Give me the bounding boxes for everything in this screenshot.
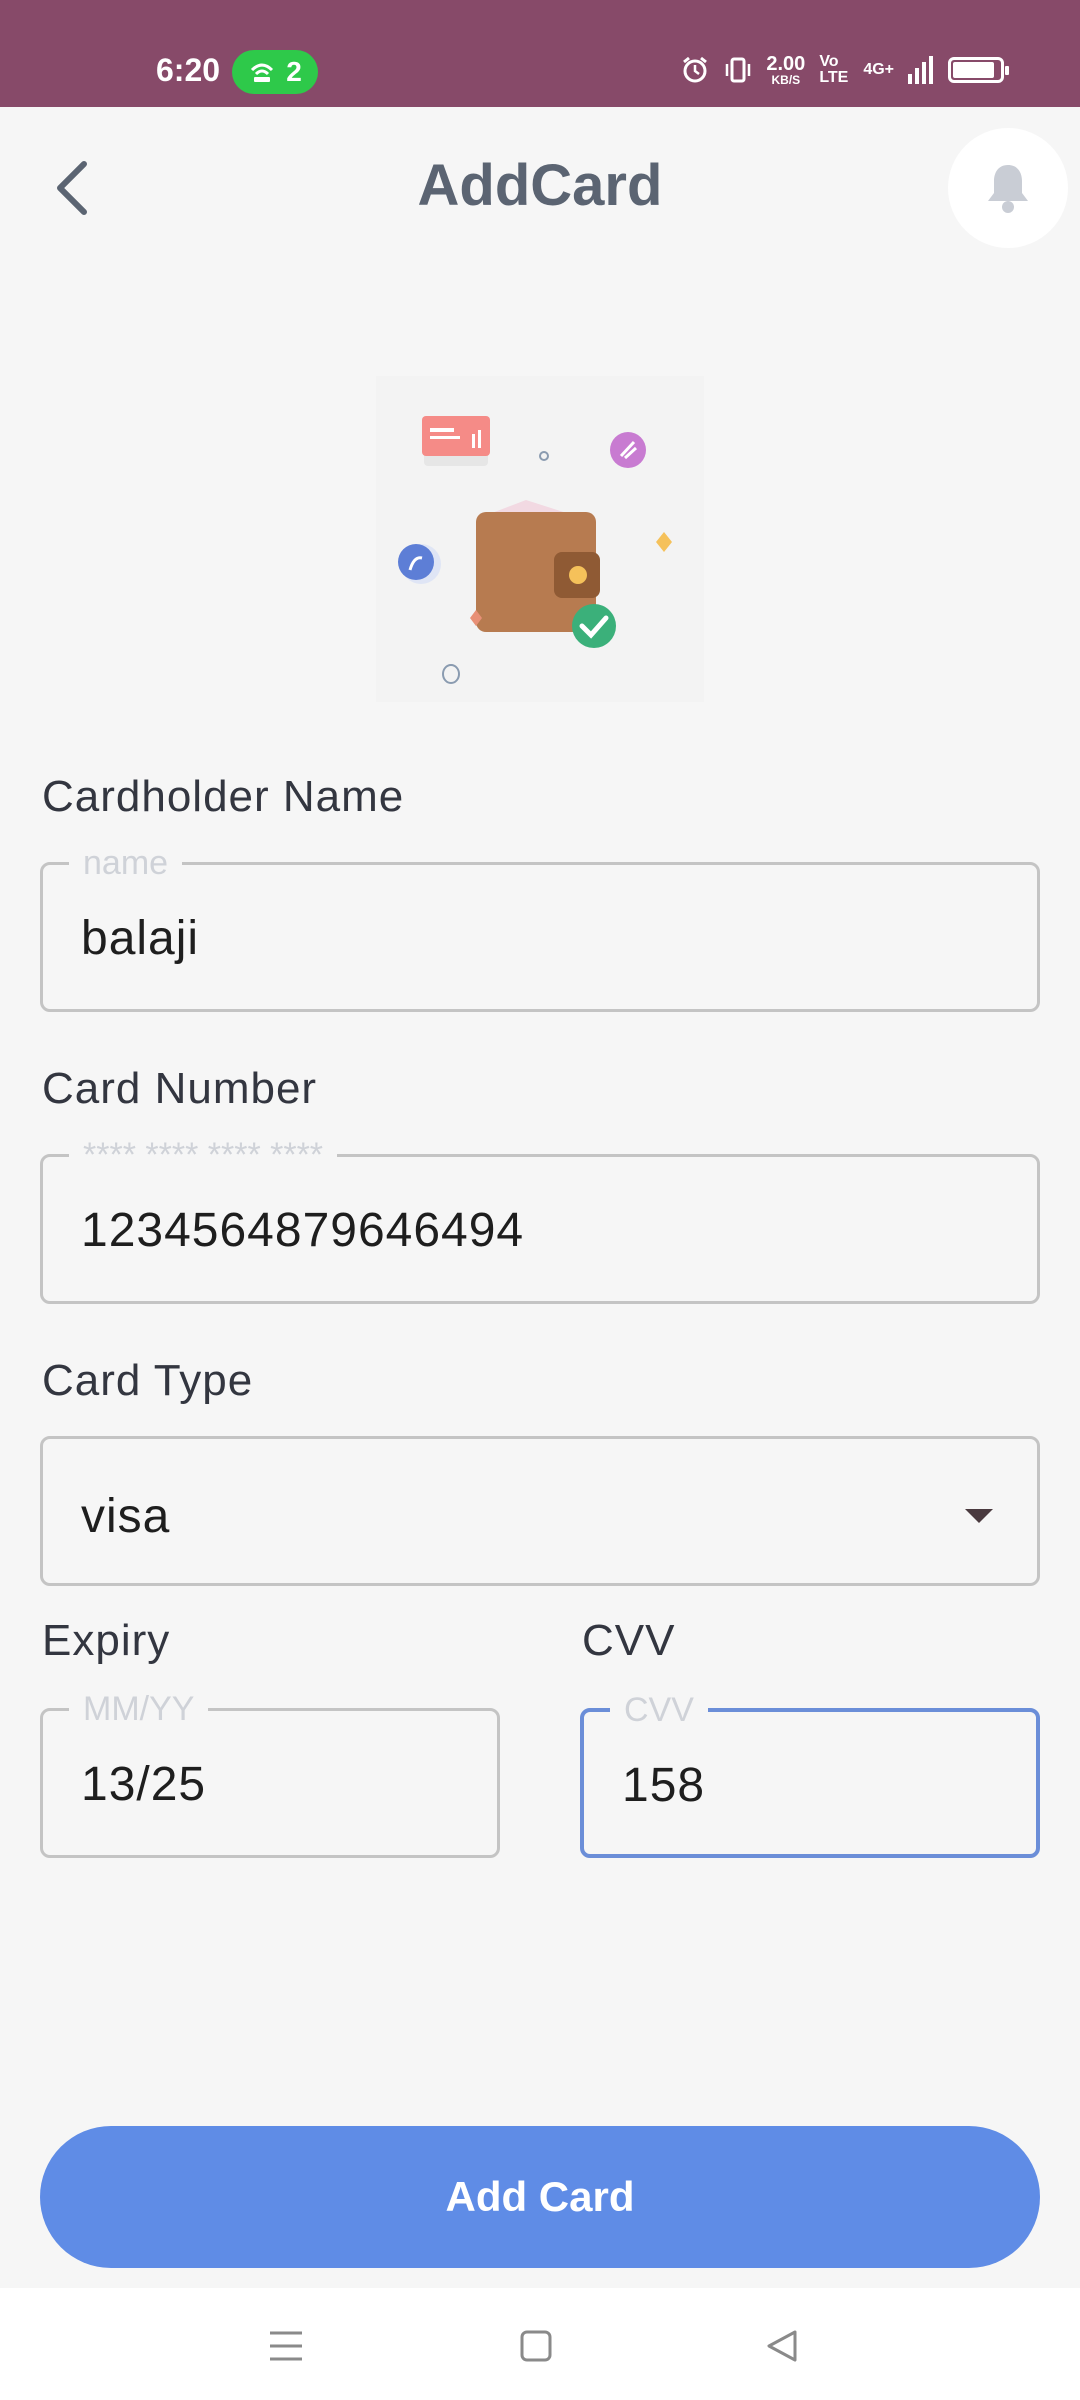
alarm-icon: [683, 56, 708, 83]
back-triangle-icon: [767, 2330, 797, 2362]
cvv-label: CVV: [582, 1616, 676, 1665]
cardholder-field[interactable]: name balaji: [40, 845, 1040, 1012]
card-number-input[interactable]: 1234564879646494: [81, 1203, 524, 1258]
nav-menu-button[interactable]: [256, 2316, 316, 2376]
cardholder-placeholder: name: [69, 845, 183, 881]
system-nav-bar: [0, 2288, 1080, 2400]
nav-home-button[interactable]: [506, 2316, 566, 2376]
nav-back-button[interactable]: [752, 2316, 812, 2376]
network-speed-unit: KB/S: [771, 73, 801, 87]
network-type: 4G+: [863, 61, 894, 78]
hotspot-badge: 2: [232, 50, 318, 94]
hotspot-icon: [251, 63, 274, 82]
card-number-label: Card Number: [42, 1064, 318, 1113]
cvv-placeholder: CVV: [610, 1692, 708, 1728]
dropdown-arrow-icon: [965, 1509, 993, 1523]
expiry-input[interactable]: 13/25: [81, 1757, 206, 1812]
status-bar: 6:20 2 2.00 KB/S Vo LTE 4G+: [0, 0, 1080, 107]
add-card-button[interactable]: Add Card: [40, 2126, 1040, 2268]
card-number-field[interactable]: **** **** **** **** 1234564879646494: [40, 1137, 1040, 1304]
expiry-label: Expiry: [42, 1616, 171, 1665]
network-speed-value: 2.00: [766, 53, 806, 75]
wallet-illustration: [376, 376, 704, 702]
card-type-select[interactable]: visa: [40, 1436, 1040, 1586]
cardholder-label: Cardholder Name: [42, 772, 405, 821]
volte-indicator: Vo LTE: [819, 53, 849, 86]
status-icons: 2.00 KB/S Vo LTE 4G+: [680, 53, 1009, 86]
page-title: AddCard: [417, 153, 663, 218]
menu-icon: [270, 2331, 302, 2361]
cardholder-input[interactable]: balaji: [81, 911, 199, 966]
bell-icon: [988, 165, 1028, 213]
home-square-icon: [520, 2330, 552, 2362]
card-number-placeholder: **** **** **** ****: [69, 1137, 338, 1173]
signal-icon: [908, 56, 933, 84]
card-type-label: Card Type: [42, 1356, 254, 1405]
hotspot-count: 2: [286, 56, 302, 87]
wallet-illustration-icon: [398, 416, 672, 684]
network-speed: 2.00 KB/S: [766, 54, 805, 86]
card-type-value: visa: [81, 1490, 171, 1543]
cvv-field[interactable]: CVV 158: [580, 1692, 1040, 1858]
expiry-placeholder: MM/YY: [69, 1691, 209, 1727]
notification-button[interactable]: [948, 128, 1068, 248]
battery-icon: [948, 57, 1009, 83]
vibrate-icon: [726, 57, 751, 83]
cvv-input[interactable]: 158: [622, 1758, 705, 1813]
status-time: 6:20: [156, 52, 221, 88]
expiry-field[interactable]: MM/YY 13/25: [40, 1691, 500, 1858]
